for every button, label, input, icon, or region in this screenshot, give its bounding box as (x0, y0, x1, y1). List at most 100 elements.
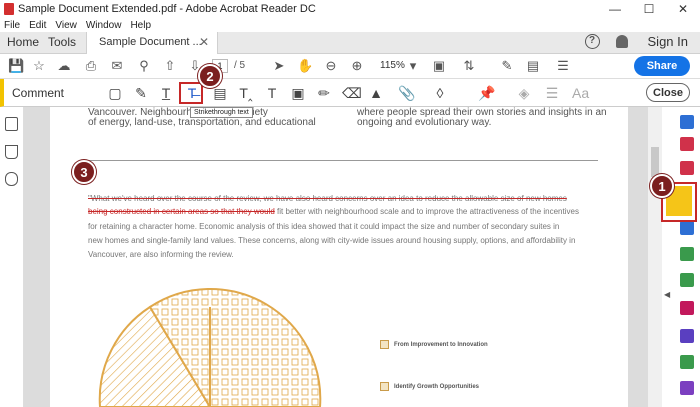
line-weight-icon[interactable]: ☰ (544, 85, 560, 101)
legend-swatch-1 (380, 340, 389, 349)
col2-line2: ongoing and evolutionary way. (357, 117, 492, 128)
eraser-icon[interactable]: ⌫ (342, 85, 362, 101)
shapes-icon[interactable]: ◊ (432, 85, 448, 101)
font-size-icon[interactable]: Aa (572, 85, 589, 101)
paragraph-line-5: Vancouver, are also informing the review… (88, 250, 234, 259)
help-icon[interactable]: ? (584, 34, 600, 49)
strikethrough-highlight-frame (179, 82, 203, 104)
collapse-right-panel-icon[interactable]: ◀ (664, 290, 670, 299)
zoom-out-icon[interactable]: ⊖ (324, 59, 338, 73)
paragraph-line-2-rest: fit better with neighbourhood scale and … (274, 207, 579, 216)
bookmark-star-icon[interactable]: ☆ (32, 59, 46, 73)
step-badge-3: 3 (72, 160, 96, 184)
underline-icon[interactable]: T̲ (158, 85, 174, 101)
menu-window[interactable]: Window (86, 20, 122, 31)
tab-tools[interactable]: Tools (48, 35, 76, 49)
comment-toolbar: Comment ▢ ✎ T̲ T̶ ▤ T‸ T ▣ ✏ ⌫ ▲ 📎 ◊ 📌 ◈… (0, 79, 700, 107)
page-up-icon[interactable]: ⇧ (163, 59, 177, 73)
add-text-icon[interactable]: T (264, 85, 280, 101)
attach-icon[interactable]: 📎 (398, 85, 415, 101)
select-cursor-icon[interactable]: ➤ (272, 59, 286, 73)
left-navigation-panel (0, 107, 24, 407)
bookmarks-icon[interactable] (5, 145, 18, 159)
print-icon[interactable]: ⎙ (84, 59, 98, 73)
redact-icon[interactable]: ▤ (526, 59, 540, 73)
tab-home[interactable]: Home (7, 35, 39, 49)
close-window-button[interactable]: ✕ (666, 0, 700, 18)
highlight-icon[interactable]: ✎ (133, 85, 149, 101)
create-pdf-icon[interactable] (680, 115, 694, 129)
organize-pages-icon[interactable] (680, 247, 694, 261)
zoom-in-icon[interactable]: ⊕ (350, 59, 364, 73)
save-icon[interactable]: 💾 (8, 59, 24, 73)
scrollbar-thumb[interactable] (651, 147, 659, 177)
document-viewport[interactable]: Vancouver. Neighbourhood ose a variety o… (24, 107, 648, 407)
sticky-note-icon[interactable]: ▢ (107, 85, 123, 101)
window-title: Sample Document Extended.pdf - Adobe Acr… (18, 3, 316, 15)
strikethrough-line-2[interactable]: being constructed in certain areas so th… (88, 207, 275, 216)
step-badge-2: 2 (198, 64, 222, 88)
stamp-icon[interactable]: ▲ (368, 85, 384, 101)
menu-view[interactable]: View (55, 20, 77, 31)
fill-color-icon[interactable]: ◈ (516, 85, 532, 101)
cloud-upload-icon[interactable]: ☁ (57, 59, 71, 73)
menu-file[interactable]: File (4, 20, 20, 31)
legend-swatch-2 (380, 382, 389, 391)
pin-icon[interactable]: 📌 (478, 85, 495, 101)
replace-text-icon[interactable]: ▤ (212, 85, 228, 101)
strikethrough-line-1[interactable]: "What we've heard over the course of the… (88, 194, 567, 203)
tab-bar-right: ? Sign In (584, 34, 688, 49)
col1-line2: of energy, land-use, transportation, and… (88, 117, 316, 128)
edit-pdf-icon[interactable] (680, 161, 694, 175)
share-label: Share (646, 60, 678, 72)
fit-page-icon[interactable]: ▣ (432, 59, 446, 73)
maximize-button[interactable]: ☐ (632, 0, 666, 18)
search-icon[interactable]: ⚲ (137, 59, 151, 73)
insert-text-icon[interactable]: T‸ (238, 85, 254, 101)
close-comment-button[interactable]: Close (646, 83, 690, 102)
section-divider (88, 160, 598, 161)
step-badge-1: 1 (650, 174, 674, 198)
more-tools-icon[interactable]: ☰ (556, 59, 570, 73)
attachments-icon[interactable] (5, 172, 18, 186)
comment-toolbar-label: Comment (12, 86, 65, 100)
zoom-dropdown-icon[interactable]: ▾ (406, 59, 420, 73)
pdf-app-icon (4, 3, 14, 15)
close-tab-icon[interactable]: ✕ (199, 35, 209, 49)
hand-tool-icon[interactable]: ✋ (297, 59, 313, 73)
page-thumbnails-icon[interactable] (5, 117, 18, 131)
send-for-signature-icon[interactable] (680, 381, 694, 395)
compress-pdf-icon[interactable] (680, 355, 694, 369)
page-total: / 5 (234, 60, 246, 71)
scroll-mode-icon[interactable]: ⇅ (462, 59, 476, 73)
email-icon[interactable]: ✉ (110, 59, 124, 73)
menu-help[interactable]: Help (130, 20, 151, 31)
legend-label-1: From Improvement to Innovation (394, 342, 488, 348)
enhance-scans-icon[interactable] (680, 273, 694, 287)
vertical-scrollbar[interactable] (648, 107, 662, 407)
tab-bar: Home Tools Sample Document ... ✕ ? Sign … (0, 32, 700, 54)
window-controls: — ☐ ✕ (598, 0, 700, 18)
paragraph-line-4: new homes and single-family land values.… (88, 236, 576, 245)
minimize-button[interactable]: — (598, 0, 632, 18)
protect-icon[interactable] (680, 329, 694, 343)
paragraph-line-3: for retaining a character home. Economic… (88, 222, 560, 231)
paragraph-line-2[interactable]: being constructed in certain areas so th… (88, 207, 579, 216)
combine-files-icon[interactable] (680, 221, 694, 235)
menu-edit[interactable]: Edit (29, 20, 46, 31)
legend-label-2: Identify Growth Opportunities (394, 384, 479, 390)
strikethrough-tooltip: Strikethrough text (190, 107, 253, 118)
tab-document[interactable]: Sample Document ... ✕ (86, 32, 218, 54)
close-comment-label: Close (653, 86, 683, 99)
notification-bell-icon[interactable] (615, 35, 628, 48)
export-pdf-icon[interactable] (680, 137, 694, 151)
sign-in-link[interactable]: Sign In (648, 34, 688, 49)
zoom-level[interactable]: 115% (380, 60, 405, 71)
tab-document-label: Sample Document ... (99, 36, 202, 48)
fill-sign-icon[interactable] (680, 301, 694, 315)
sign-pen-icon[interactable]: ✎ (500, 59, 514, 73)
title-bar: Sample Document Extended.pdf - Adobe Acr… (0, 0, 700, 18)
text-box-icon[interactable]: ▣ (290, 85, 306, 101)
share-button[interactable]: Share (634, 56, 690, 76)
pencil-icon[interactable]: ✏ (316, 85, 332, 101)
